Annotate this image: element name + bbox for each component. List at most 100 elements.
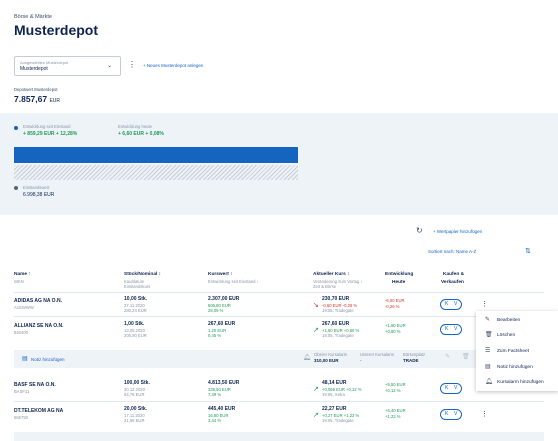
buy-sell-toggle[interactable]: K V <box>440 383 462 394</box>
row-price: 48,14 EUR <box>322 380 347 386</box>
sort-link[interactable]: Sortiert nach: Name A-Z <box>428 249 476 254</box>
row-qty: 10,00 Stk. <box>124 296 148 302</box>
row-value: 267,60 EUR <box>208 321 236 327</box>
menu-item-edit[interactable]: Bearbeiten <box>497 318 520 323</box>
row-value-pct: 7,49 % <box>208 392 222 397</box>
row-wkn: 555750 <box>14 415 28 420</box>
since-deposit-label: Entwicklung seit Einstand <box>23 124 71 129</box>
col-price-sub2: Zeit & Börse <box>313 284 337 289</box>
arrow-down-icon: ↘ <box>313 302 319 309</box>
depot-more-icon[interactable]: ⋮ <box>128 60 136 69</box>
deposit-label: Einstandswert <box>23 185 50 190</box>
pencil-icon: ✎ <box>485 317 491 323</box>
row-name[interactable]: ALLIANZ SE NA O.N. <box>14 323 64 329</box>
col-value[interactable]: Kurswert ↕ <box>208 272 233 277</box>
col-trade: Kaufen & <box>443 272 465 277</box>
lower-alarm-label: Unterer Kursalarm <box>360 352 395 357</box>
row-today: -6,00 EUR <box>385 298 405 303</box>
exchange-value: TRADE <box>403 358 419 363</box>
buy-button[interactable]: K <box>445 385 448 391</box>
breadcrumb[interactable]: Börse & Märkte <box>14 14 52 20</box>
edit-icon[interactable]: ✎ <box>445 353 450 360</box>
trash-icon: 🗑︎ <box>485 332 493 338</box>
row-qty: 20,00 Stk. <box>124 406 148 412</box>
col-qty[interactable]: Stück/Nominal ↕ <box>124 272 161 277</box>
col-qty-sub2: Einstandskurs <box>124 284 151 289</box>
chevron-down-icon: ⌄ <box>106 63 112 69</box>
row-price: 22,27 EUR <box>322 406 347 412</box>
page-title: Musterdepot <box>14 22 98 38</box>
depot-select-value: Musterdepot <box>20 66 48 72</box>
depot-select[interactable]: Ausgewähltes Musterdepot Musterdepot ⌄ <box>14 56 121 76</box>
depot-value-label: Depotwert Musterdepot <box>14 87 58 92</box>
buy-button[interactable]: K <box>445 326 448 332</box>
divider <box>14 316 544 317</box>
row-value-pct: 28,09 % <box>208 308 224 313</box>
buy-button[interactable]: K <box>445 301 448 307</box>
delete-icon[interactable]: 🗑︎ <box>462 353 470 360</box>
row-name[interactable]: DT.TELEKOM AG NA <box>14 408 63 414</box>
row-entry: 205,90 EUR <box>124 333 147 338</box>
upper-alarm-value: 310,00 EUR <box>314 358 339 363</box>
buy-button[interactable]: K <box>445 411 448 417</box>
row-more-icon[interactable]: ⋮ <box>481 410 488 418</box>
depot-value-amount: 7.857,67 <box>14 94 48 104</box>
row-entry: 64,78 EUR <box>124 392 145 397</box>
row-name[interactable]: BASF SE NA O.N. <box>14 382 56 388</box>
row-wkn: A1EWWW <box>14 305 34 310</box>
menu-item-add-alarm[interactable]: Kursalarm hinzufügen <box>497 380 544 385</box>
col-value-sub[interactable]: Entwicklung seit Einstand ↕ <box>208 279 259 284</box>
exchange-label: Börsenplatz <box>403 352 426 357</box>
sell-button[interactable]: V <box>454 411 457 417</box>
sell-button[interactable]: V <box>454 301 457 307</box>
menu-item-add-note[interactable]: Notiz hinzufügen <box>497 365 533 370</box>
row-qty: 100,00 Stk. <box>124 380 150 386</box>
bell-icon: 🔔︎ <box>303 355 311 361</box>
performance-bar <box>14 147 298 163</box>
row-wkn: BASF11 <box>14 389 30 394</box>
row-price: 230,70 EUR <box>322 296 350 302</box>
row-price-time: 19:05, Tradegate <box>322 333 354 338</box>
sell-button[interactable]: V <box>454 326 457 332</box>
buy-sell-toggle[interactable]: K V <box>440 409 462 420</box>
row-more-icon[interactable]: ⋮ <box>481 300 488 308</box>
menu-item-delete[interactable]: Löschen <box>497 333 515 338</box>
note-icon[interactable]: ▤ <box>22 355 28 362</box>
lower-alarm-value: - <box>360 358 362 363</box>
col-price[interactable]: Aktueller Kurs ↕ <box>313 272 350 277</box>
buy-sell-toggle[interactable]: K V <box>440 299 462 310</box>
refresh-icon[interactable]: ↻ <box>416 226 423 235</box>
deposit-bar <box>14 165 298 180</box>
row-wkn: 840400 <box>14 330 28 335</box>
row-today-pct: -0,26 % <box>385 304 400 309</box>
col-name[interactable]: Name ↑ <box>14 272 31 277</box>
sort-icon[interactable]: ⇅ <box>525 247 531 255</box>
menu-item-factsheet[interactable]: Zum Factsheet <box>497 349 529 354</box>
depot-select-label: Ausgewähltes Musterdepot <box>20 60 69 65</box>
divider <box>14 292 544 293</box>
add-note-link[interactable]: Notiz hinzufügen <box>31 357 65 362</box>
row-name[interactable]: ADIDAS AG NA O.N. <box>14 298 62 304</box>
buy-sell-toggle[interactable]: K V <box>440 324 462 335</box>
row-price-time: 19:05, Tradegate <box>322 308 354 313</box>
row-qty: 1,00 Stk. <box>124 321 145 327</box>
row-price: 267,60 EUR <box>322 321 350 327</box>
row-entry: 280,24 EUR <box>124 308 147 313</box>
blue-dot-icon <box>14 126 18 130</box>
add-security-link[interactable]: + Wertpapier hinzufügen <box>433 229 482 234</box>
col-name-sub: WKN <box>14 279 24 284</box>
row-entry: 21,69 EUR <box>124 418 145 423</box>
divider <box>14 401 544 402</box>
bell-icon: 🔔︎ <box>485 379 493 385</box>
grey-dot-icon <box>14 186 18 190</box>
row-today-pct: +0,60 % <box>385 329 401 334</box>
row-value: 445,40 EUR <box>208 406 236 412</box>
row-today: +1,60 EUR <box>385 323 406 328</box>
row-value-pct: 0,45 % <box>208 333 222 338</box>
new-depot-link[interactable]: + Neues Musterdepot anlegen <box>143 63 203 68</box>
sell-button[interactable]: V <box>454 385 457 391</box>
col-change-2: Heute <box>392 280 406 285</box>
row-details-bar <box>14 432 544 441</box>
arrow-up-icon: ↗ <box>313 327 319 334</box>
arrow-up-icon: ↗ <box>313 412 319 419</box>
